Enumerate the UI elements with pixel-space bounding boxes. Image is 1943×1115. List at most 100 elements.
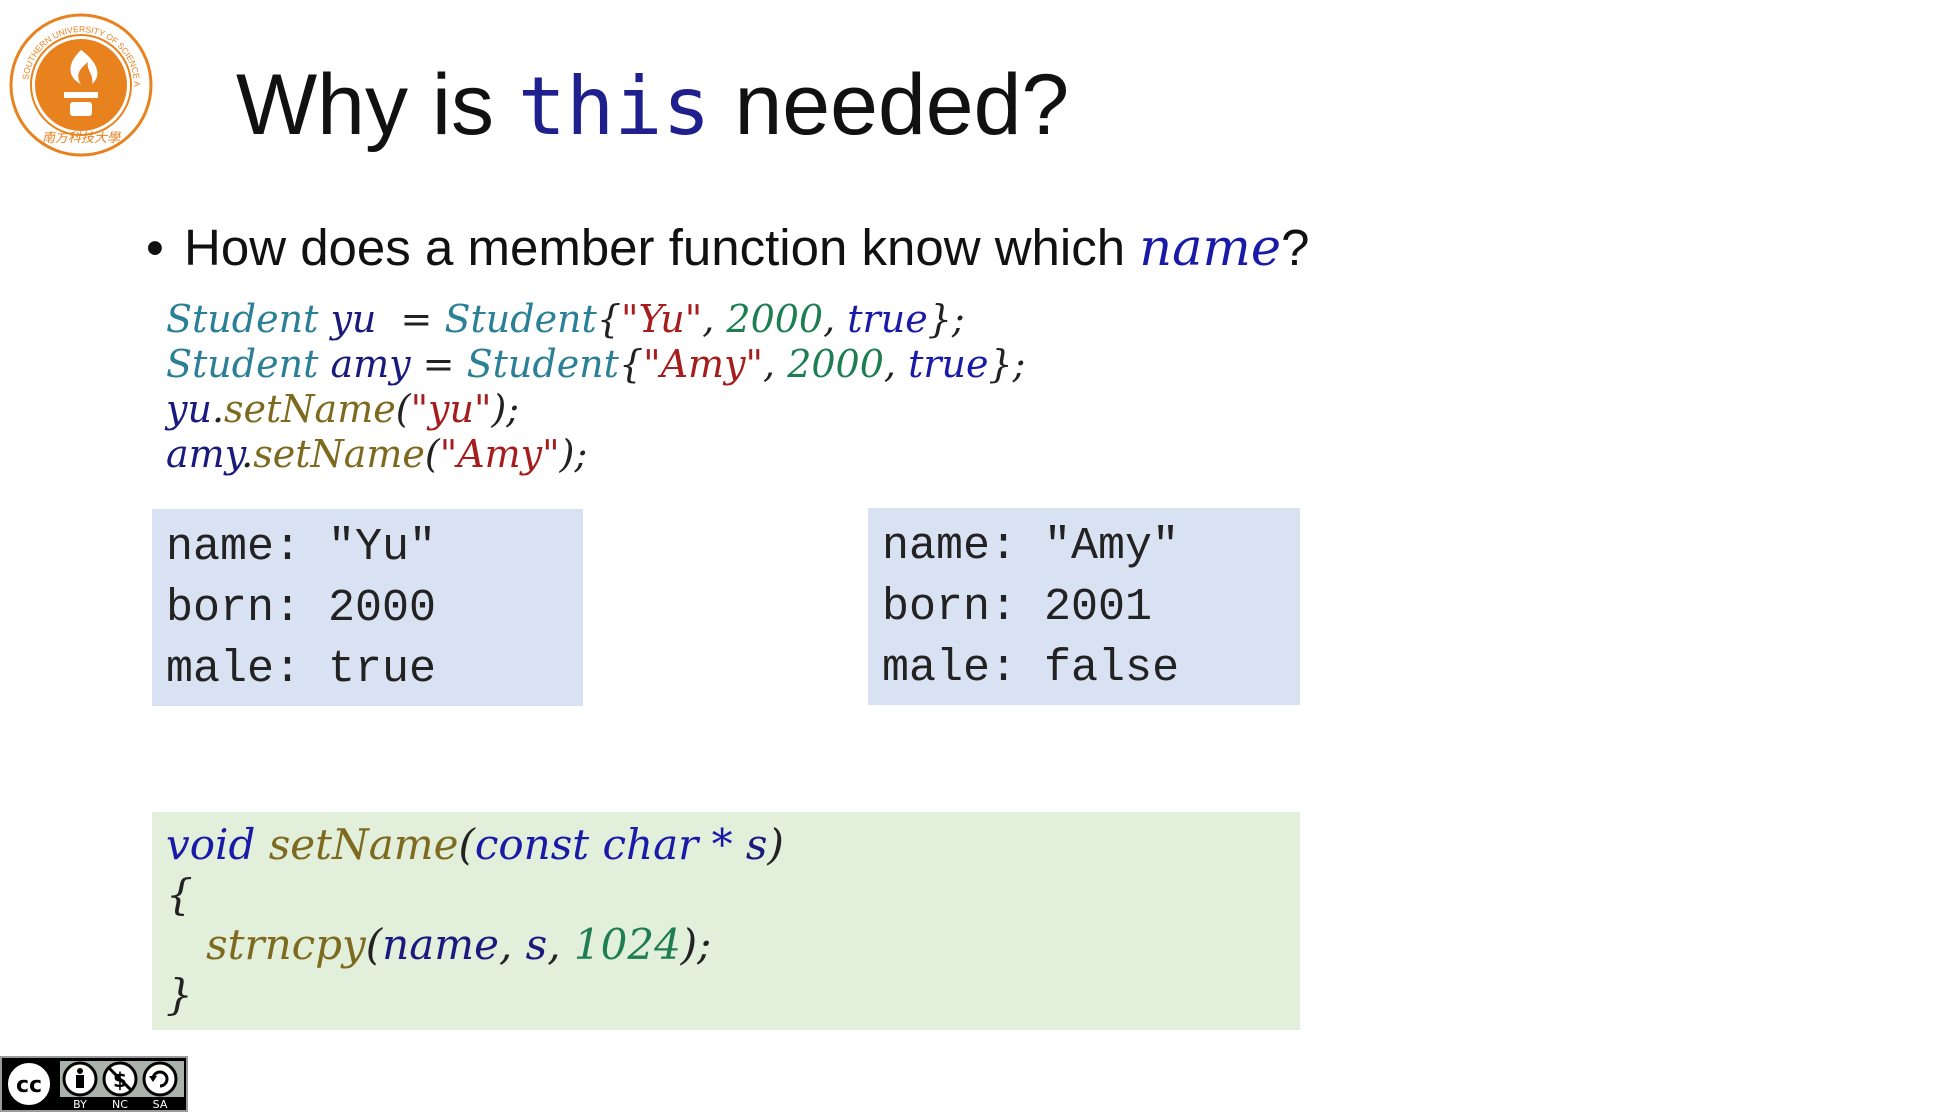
svg-text:cc: cc [16,1073,42,1098]
code-token: ( [365,920,383,969]
object-field-row: name: "Amy" [882,516,1300,577]
code-token: . [211,387,225,431]
code-token: . [241,432,254,476]
code-token: const [474,820,590,869]
object-field-row: male: true [166,639,583,700]
code-token: = [410,342,467,386]
field-name: male: [166,644,302,695]
sa-sharealike-icon [142,1061,178,1097]
field-value: 2001 [1044,582,1153,633]
code-token: ( [395,387,411,431]
code-token: ( [458,820,475,869]
field-value: false [1044,643,1180,694]
code-token: yu [166,387,212,431]
svg-text:NC: NC [112,1098,128,1110]
code-token: Student [166,342,319,386]
field-value: "Amy" [1044,521,1180,572]
function-code-line: { [166,870,1300,920]
code-token: name [382,920,499,969]
code-token: setName [268,820,459,869]
object-field-row: name: "Yu" [166,517,583,578]
code-token: amy [330,342,411,386]
code-token: }; [988,342,1026,386]
code-token: } [166,970,193,1019]
bullet-point: • How does a member function know which n… [146,218,1309,279]
university-logo: SOUTHERN UNIVERSITY OF SCIENCE AND TECHN… [5,4,154,158]
code-token: "Yu" [621,297,703,341]
code-token: Student [466,342,619,386]
function-code-line: strncpy(name, s, 1024); [166,920,1300,970]
code-line: yu.setName("yu"); [166,387,1025,432]
field-name: name: [166,522,302,573]
code-token: = [376,297,445,341]
field-value: true [328,644,437,695]
field-value: "Yu" [328,522,437,573]
code-token: 1024 [573,920,681,969]
code-token: { [618,342,644,386]
code-token: ); [680,920,712,969]
code-token: , [763,342,788,386]
code-token: ) [767,820,784,869]
function-definition-box: void setName(const char * s){ strncpy(na… [152,812,1300,1030]
code-token: "Amy" [643,342,764,386]
svg-text:SA: SA [153,1098,168,1110]
svg-text:BY: BY [73,1098,87,1110]
object-field-row: male: false [882,638,1300,699]
field-name: name: [882,521,1018,572]
object-amy-box: name: "Amy" born: 2001 male: false [868,508,1300,705]
code-token: 2000 [787,342,884,386]
object-field-row: born: 2001 [882,577,1300,638]
cc-license-badge: cc $ BY NC SA [0,1056,188,1112]
code-token: true [847,297,928,341]
university-seal-icon: SOUTHERN UNIVERSITY OF SCIENCE AND TECHN… [5,4,153,157]
field-name: male: [882,643,1018,694]
code-token: * [698,820,746,869]
code-token: , [883,342,909,386]
code-line: Student yu = Student{"Yu", 2000, true}; [166,297,1025,342]
code-token: setName [224,387,396,431]
code-token: Student [444,297,597,341]
slide-title: Why is this needed? [236,50,1069,160]
title-text-before: Why is [236,57,518,153]
code-token: strncpy [206,920,366,969]
code-line: Student amy = Student{"Amy", 2000, true}… [166,342,1025,387]
code-line: amy.setName("Amy"); [166,432,1025,477]
code-token: s [525,920,548,969]
code-token: true [908,342,989,386]
code-token: void [166,820,256,869]
cc-icon: cc [4,1059,54,1109]
function-code-line: void setName(const char * s) [166,820,1300,870]
code-token: s [745,820,768,869]
code-token: "yu" [410,387,492,431]
code-token: ); [559,432,588,476]
code-token: yu [330,297,377,341]
code-token: Student [166,297,319,341]
field-name: born: [882,582,1018,633]
title-keyword: this [517,60,711,153]
code-token: setName [253,432,425,476]
code-token: { [166,870,193,919]
code-token: , [547,920,574,969]
bullet-text-after: ? [1281,219,1310,276]
object-field-row: born: 2000 [166,578,583,639]
code-token: "Amy" [439,432,560,476]
nc-noncommercial-icon: $ [102,1061,138,1097]
function-code-line: } [166,970,1300,1020]
code-token: char [602,820,699,869]
bullet-dot: • [146,219,164,276]
code-token: }; [927,297,965,341]
object-yu-box: name: "Yu" born: 2000 male: true [152,509,583,706]
svg-text:南方科技大學: 南方科技大學 [42,131,121,146]
field-name: born: [166,583,302,634]
code-token: , [702,297,727,341]
title-text-after: needed? [710,57,1070,153]
code-token: 2000 [726,297,824,341]
code-token: , [823,297,848,341]
code-token: amy [166,432,242,476]
code-snippet: Student yu = Student{"Yu", 2000, true}; S… [166,297,1025,477]
